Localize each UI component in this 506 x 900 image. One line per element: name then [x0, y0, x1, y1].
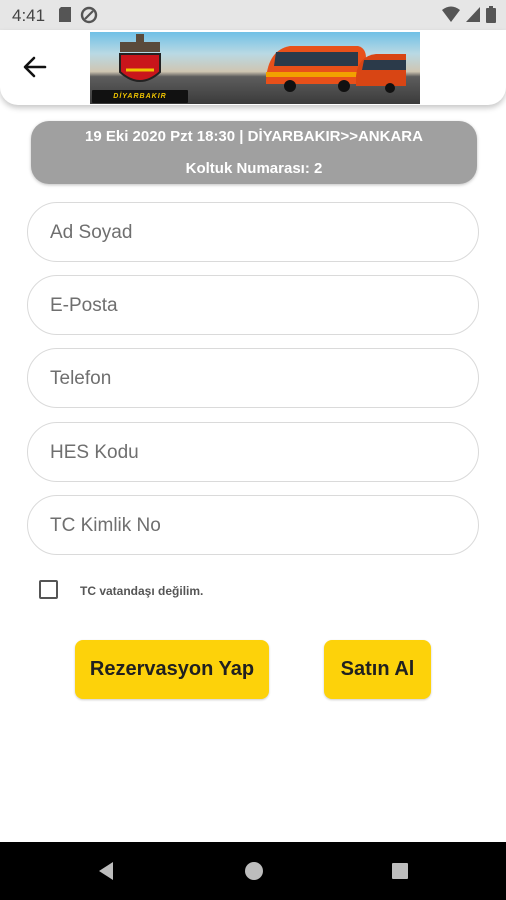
tc-id-input[interactable] [48, 496, 452, 556]
tc-id-field [27, 495, 479, 556]
company-banner: DİYARBAKIR [90, 32, 420, 104]
trip-route-date: 19 Eki 2020 Pzt 18:30 | DİYARBAKIR>>ANKA… [85, 128, 423, 145]
wifi-icon [442, 6, 460, 22]
email-input[interactable] [48, 276, 452, 336]
status-bar: 4:41 [0, 0, 506, 30]
name-input[interactable] [48, 203, 452, 263]
reserve-button[interactable]: Rezervasyon Yap [75, 640, 269, 699]
arrow-back-icon [23, 56, 47, 78]
logo-strip: DİYARBAKIR [92, 90, 188, 103]
nav-recents-icon[interactable] [391, 862, 409, 880]
hes-code-field [27, 422, 479, 483]
status-time: 4:41 [12, 6, 46, 25]
data-saver-icon [80, 6, 98, 24]
trip-summary: 19 Eki 2020 Pzt 18:30 | DİYARBAKIR>>ANKA… [31, 121, 477, 184]
navigation-bar [0, 842, 506, 900]
phone-field [27, 348, 479, 409]
not-citizen-label: TC vatandaşı değilim. [80, 584, 204, 598]
hes-code-input[interactable] [48, 423, 452, 483]
sd-card-icon [59, 7, 71, 22]
back-button[interactable] [20, 52, 50, 82]
signal-icon [466, 7, 480, 22]
seat-number: Koltuk Numarası: 2 [185, 160, 323, 177]
not-citizen-checkbox[interactable] [39, 580, 58, 599]
nav-back-icon[interactable] [96, 861, 116, 881]
battery-icon [486, 6, 496, 23]
logo-text: DİYARBAKIR [113, 93, 167, 100]
buy-button[interactable]: Satın Al [324, 640, 431, 699]
email-field [27, 275, 479, 336]
name-field [27, 202, 479, 263]
app-bar: DİYARBAKIR [0, 30, 506, 105]
nav-home-icon[interactable] [244, 861, 264, 881]
phone-input[interactable] [48, 349, 452, 409]
